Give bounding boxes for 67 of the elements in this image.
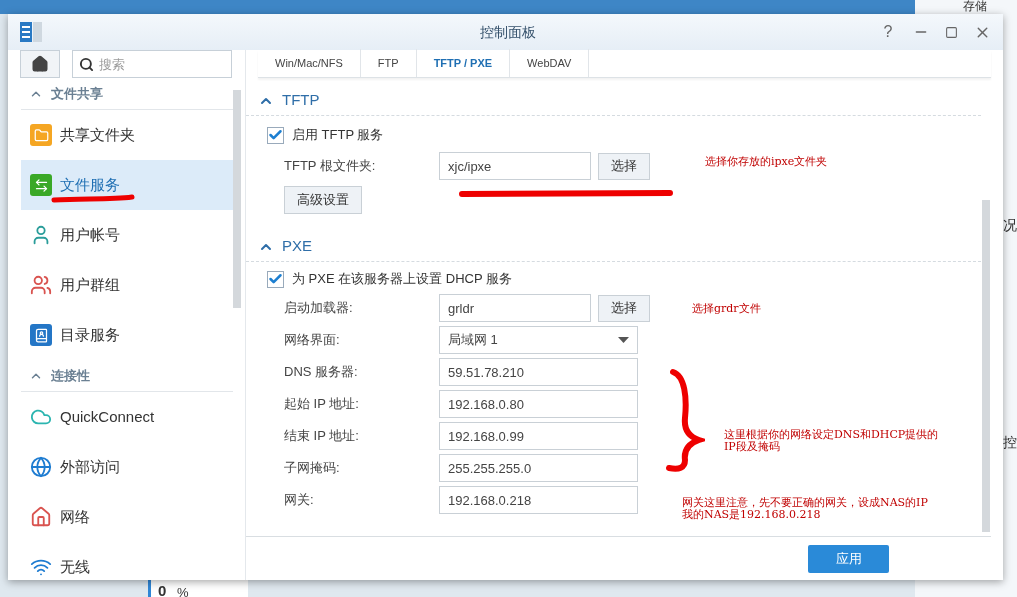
usage-unit: % [177, 584, 189, 597]
annotation-text: 这里根据你的网络设定DNS和DHCP提供的 IP段及掩码 [724, 429, 939, 453]
directory-book-icon [30, 324, 52, 346]
sidebar-item[interactable]: QuickConnect [21, 392, 233, 442]
sidebar-item[interactable]: 文件服务 [21, 160, 233, 210]
field-label: 网络界面: [284, 331, 341, 350]
search-field[interactable]: 搜索 [72, 50, 232, 78]
usage-value: 0 [158, 581, 167, 597]
shared-folder-icon [30, 124, 52, 146]
input-field[interactable]: 192.168.0.80 [439, 390, 638, 418]
field-label: 结束 IP 地址: [284, 427, 360, 446]
sidebar-section-title: 文件共享 [51, 84, 103, 103]
section-title: PXE [282, 236, 312, 257]
field-label: 子网掩码: [284, 459, 341, 478]
tab[interactable]: Win/Mac/NFS [258, 49, 361, 77]
window-title: 控制面板 [480, 22, 536, 42]
apply-button[interactable]: 应用 [808, 544, 889, 573]
widget-label: 况 [1003, 216, 1017, 235]
sidebar-scrollbar[interactable] [233, 90, 241, 308]
home-icon [31, 55, 49, 73]
help-button[interactable]: ? [879, 20, 897, 44]
section-title: TFTP [282, 90, 320, 111]
sidebar-item[interactable]: 外部访问 [21, 442, 233, 492]
input-field[interactable]: 192.168.0.99 [439, 422, 638, 450]
sidebar-item[interactable]: 无线 [21, 542, 233, 580]
input-field[interactable]: grldr [439, 294, 591, 322]
tab[interactable]: TFTP / PXE [416, 49, 511, 77]
sidebar-item[interactable]: 用户群组 [21, 260, 233, 310]
sidebar-section-title: 连接性 [51, 366, 90, 385]
field-label: TFTP 根文件夹: [284, 157, 377, 176]
field-label: 启动加载器: [284, 299, 354, 318]
app-logo-icon [20, 21, 42, 43]
checkbox-label: 为 PXE 在该服务器上设置 DHCP 服务 [292, 270, 513, 289]
user-group-icon [30, 274, 52, 296]
field-label: DNS 服务器: [284, 363, 359, 382]
checkbox[interactable] [267, 270, 284, 288]
tab[interactable]: FTP [360, 49, 417, 77]
content-scrollbar[interactable] [982, 200, 990, 532]
maximize-icon[interactable] [945, 25, 958, 39]
widget-label: 控 [1003, 433, 1017, 452]
browse-button[interactable]: 选择 [598, 294, 650, 322]
field-label: 网关: [284, 491, 315, 510]
checkbox-label: 启用 TFTP 服务 [292, 126, 384, 145]
annotation-text: 选择你存放的ipxe文件夹 [705, 156, 828, 168]
annotation-text: 网关这里注意，先不要正确的网关，设成NAS的IP 我的NAS是192.168.0.218 [682, 497, 928, 521]
advanced-settings-button[interactable]: 高级设置 [284, 186, 362, 214]
dropdown-caret-icon [618, 337, 629, 343]
input-field[interactable]: 192.168.0.218 [439, 486, 638, 514]
checkbox[interactable] [267, 126, 284, 144]
input-field[interactable]: 255.255.255.0 [439, 454, 638, 482]
home-button[interactable] [20, 50, 60, 78]
file-transfer-icon [30, 174, 52, 196]
dropdown[interactable]: 局域网 1 [439, 326, 638, 354]
sidebar-item[interactable]: 共享文件夹 [21, 110, 233, 160]
field-label: 起始 IP 地址: [284, 395, 360, 414]
globe-icon [30, 456, 52, 478]
house-icon [30, 506, 52, 528]
input-field[interactable]: xjc/ipxe [439, 152, 591, 180]
browse-button[interactable]: 选择 [598, 152, 650, 180]
annotation-text: 选择grdr文件 [692, 303, 761, 315]
widget-title: 存储 [963, 0, 987, 13]
tab[interactable]: WebDAV [510, 49, 590, 77]
search-icon [79, 57, 94, 72]
input-field[interactable]: 59.51.78.210 [439, 358, 638, 386]
sidebar-item[interactable]: 网络 [21, 492, 233, 542]
sidebar-item[interactable]: 目录服务 [21, 310, 233, 360]
sidebar-item[interactable]: 用户帐号 [21, 210, 233, 260]
